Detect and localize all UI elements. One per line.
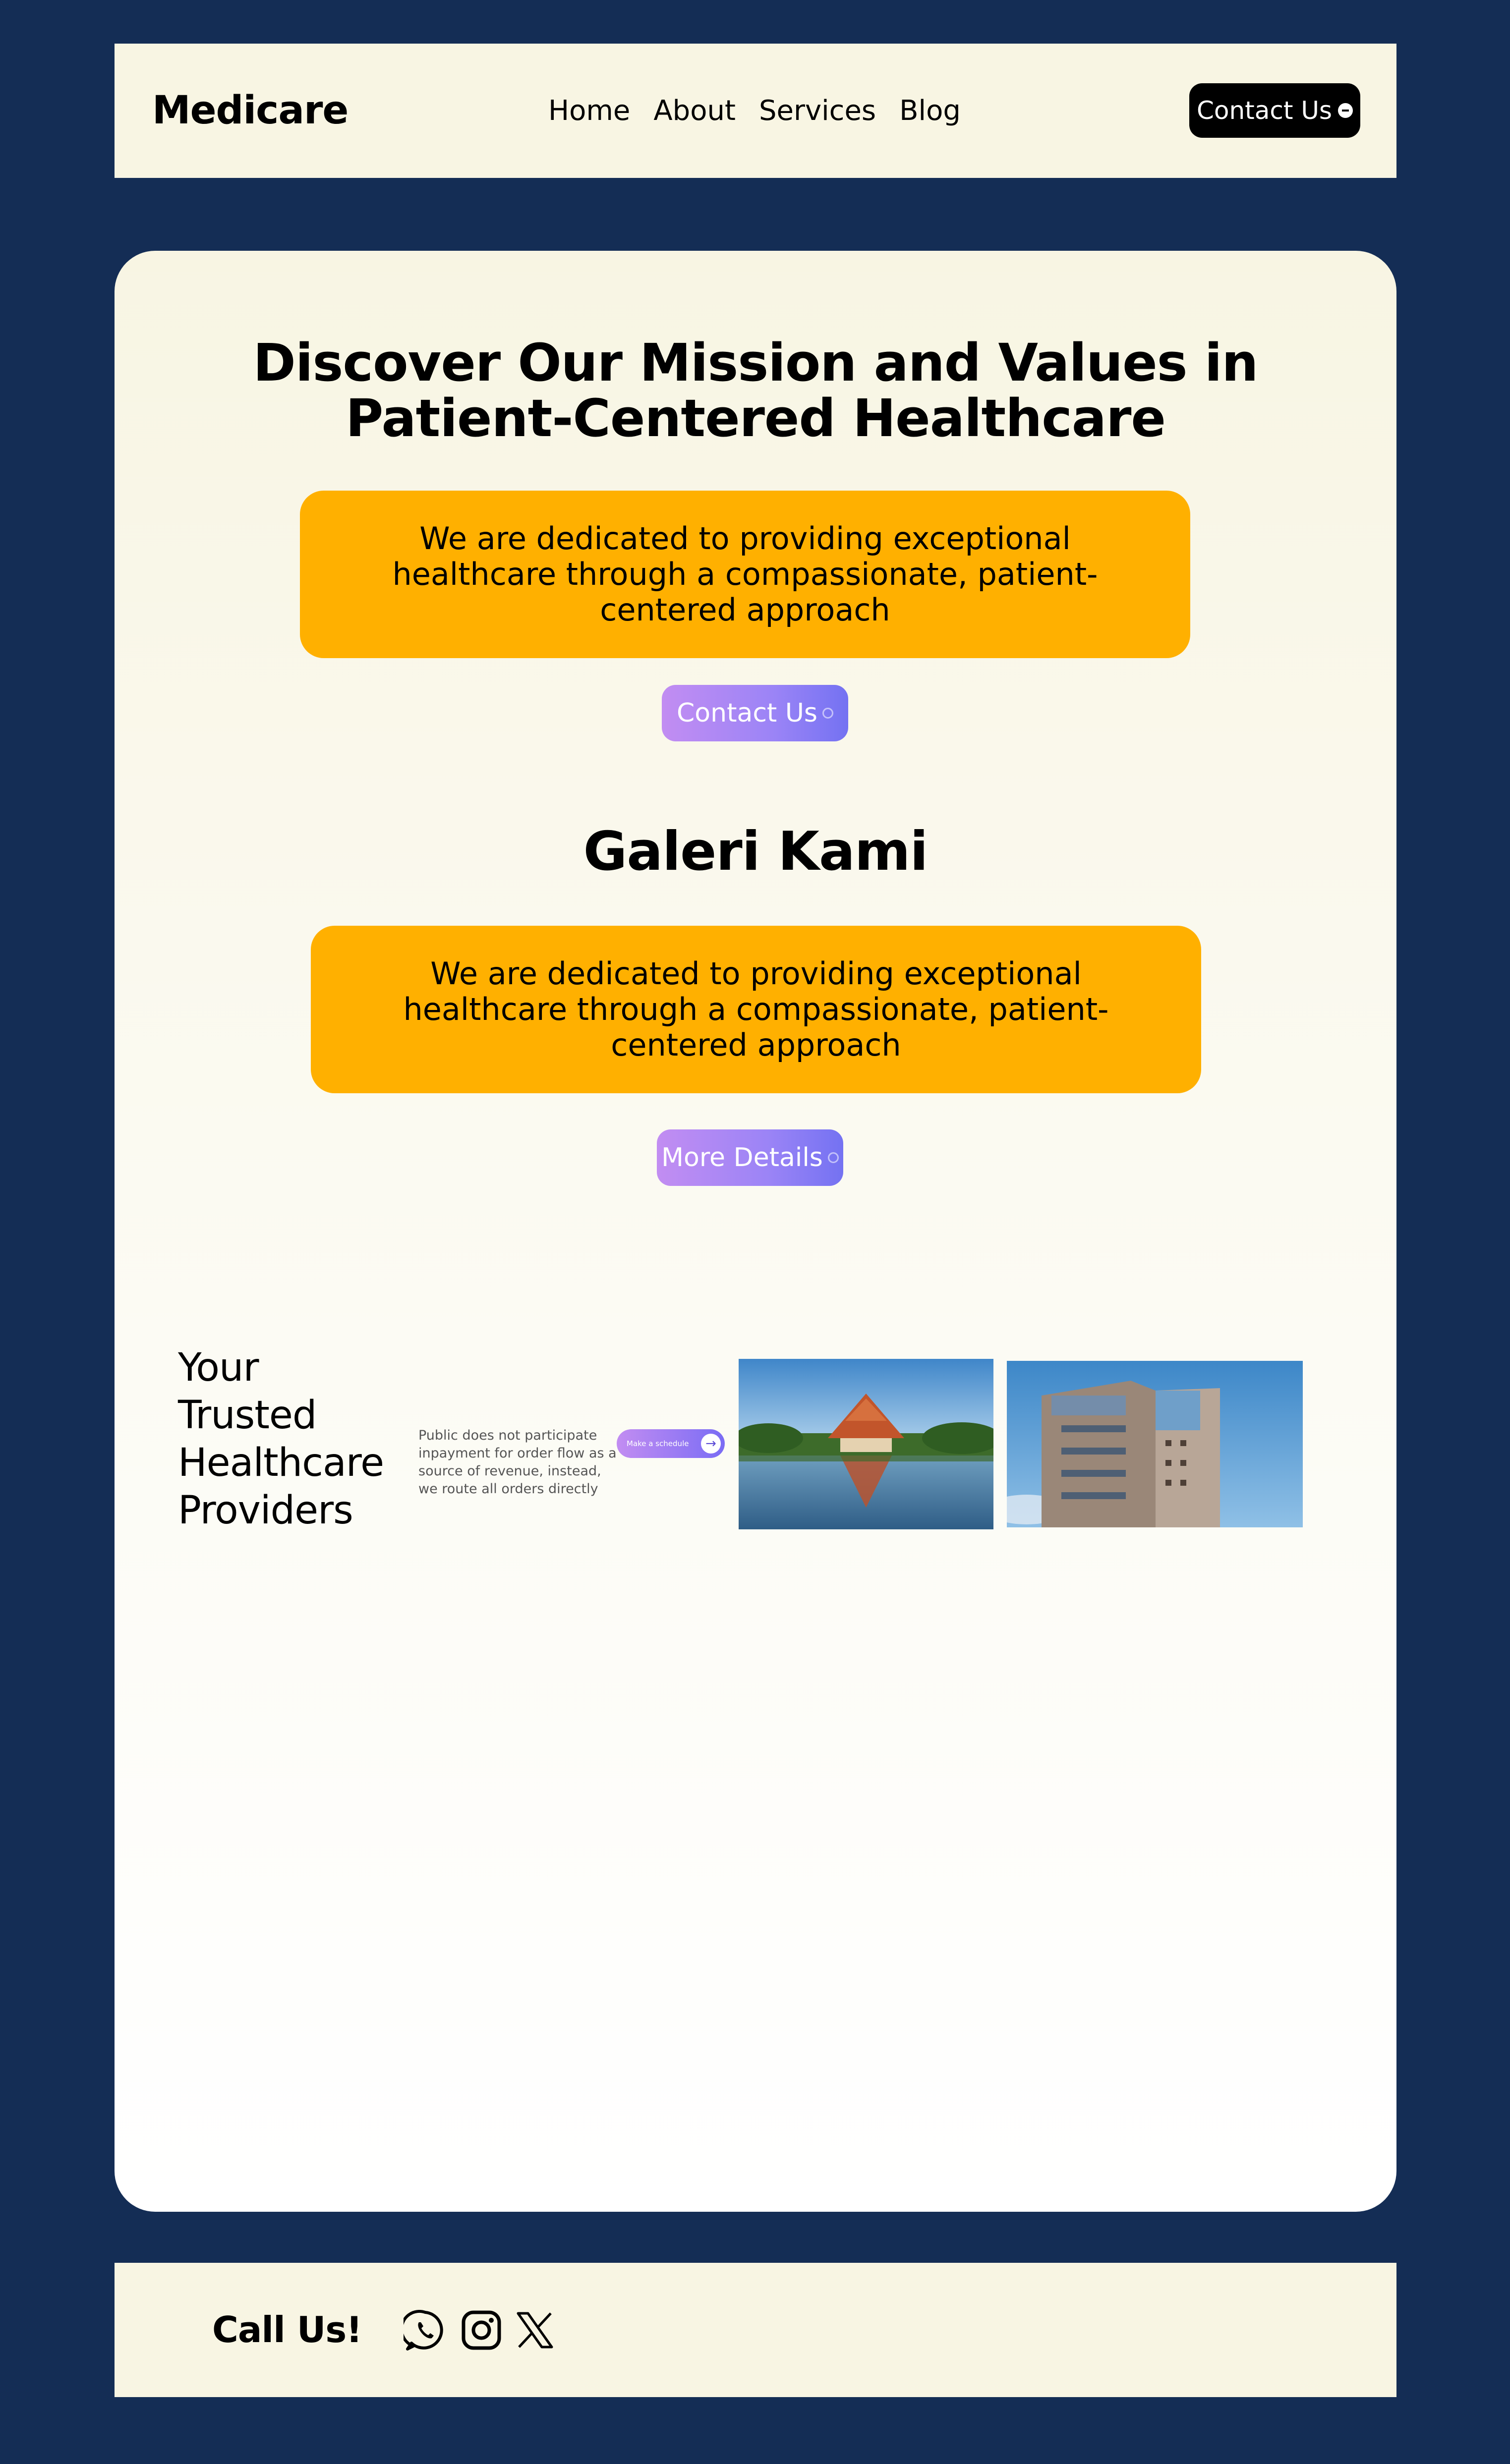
gallery-description: We are dedicated to providing exceptiona… <box>403 955 1109 1063</box>
trusted-title-line: Your <box>178 1345 259 1390</box>
header-contact-label: Contact Us <box>1196 96 1333 125</box>
whatsapp-icon[interactable] <box>400 2308 447 2352</box>
ring-icon <box>822 708 833 719</box>
hero-contact-button[interactable]: Contact Us <box>662 685 848 741</box>
trusted-title-line: Trusted <box>178 1393 317 1438</box>
gallery-title: Galeri Kami <box>583 821 929 883</box>
pavilion-lake-photo <box>739 1359 993 1529</box>
footer: Call Us! <box>115 2263 1396 2397</box>
modern-building-photo <box>1007 1361 1303 1527</box>
arrow-right-icon: → <box>701 1434 721 1454</box>
nav-services-link[interactable]: Services <box>759 95 876 127</box>
make-schedule-label: Make a schedule <box>627 1439 689 1448</box>
trusted-title-line: Providers <box>178 1488 353 1533</box>
trusted-title: Your Trusted Healthcare Providers <box>178 1344 406 1534</box>
call-us-label: Call Us! <box>212 2309 362 2351</box>
main-card: Discover Our Mission and Values in Patie… <box>115 251 1396 2212</box>
site-logo[interactable]: Medicare <box>152 44 348 178</box>
hero-title: Discover Our Mission and Values in Patie… <box>115 335 1396 446</box>
gallery-description-box: We are dedicated to providing exceptiona… <box>311 926 1201 1093</box>
more-details-label: More Details <box>661 1143 823 1173</box>
nav-links: Home About Services Blog <box>548 44 961 178</box>
mission-description: We are dedicated to providing exceptiona… <box>392 520 1098 628</box>
nav-home-link[interactable]: Home <box>548 95 630 127</box>
ring-icon <box>827 1152 839 1163</box>
more-details-button[interactable]: More Details <box>657 1129 843 1186</box>
dot-icon <box>1338 103 1353 118</box>
header-navbar: Medicare Home About Services Blog Contac… <box>115 44 1396 178</box>
trusted-description: Public does not participate inpayment fo… <box>418 1428 617 1497</box>
x-icon[interactable] <box>513 2308 557 2352</box>
nav-about-link[interactable]: About <box>653 95 736 127</box>
mission-description-box: We are dedicated to providing exceptiona… <box>300 491 1190 658</box>
header-contact-button[interactable]: Contact Us <box>1189 83 1360 138</box>
hero-contact-label: Contact Us <box>677 698 817 728</box>
hero-title-line-1: Discover Our Mission and Values in <box>253 333 1259 393</box>
instagram-icon[interactable] <box>460 2308 503 2352</box>
trusted-title-line: Healthcare <box>178 1441 384 1485</box>
nav-blog-link[interactable]: Blog <box>899 95 961 127</box>
make-schedule-button[interactable]: Make a schedule → <box>617 1429 725 1458</box>
hero-title-line-2: Patient-Centered Healthcare <box>346 388 1166 448</box>
